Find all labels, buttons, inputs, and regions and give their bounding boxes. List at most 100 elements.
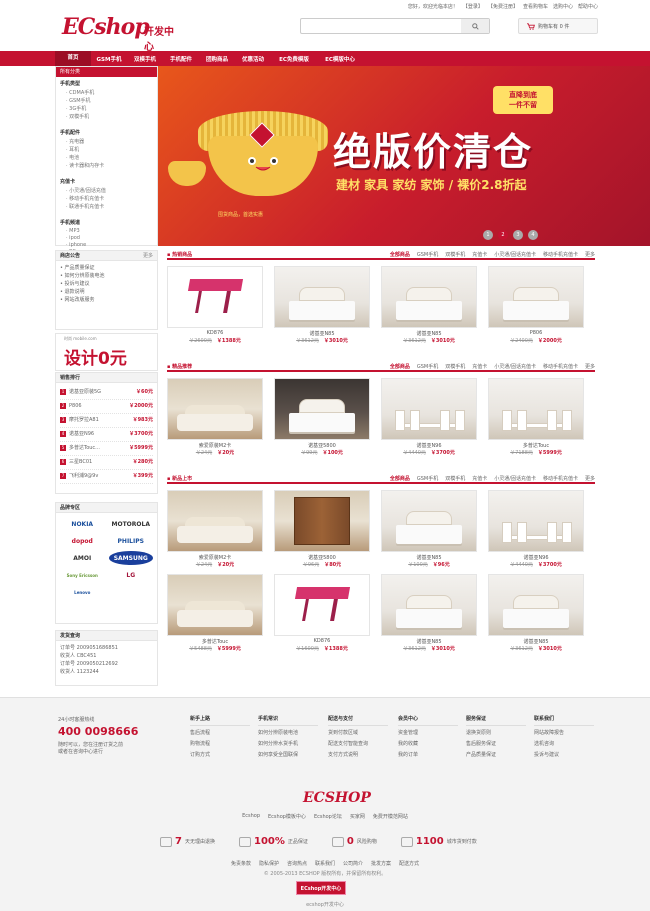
product-image[interactable] <box>167 490 263 552</box>
section-tab[interactable]: GSM手机 <box>417 475 438 482</box>
product-name[interactable]: 诺基亚N85 <box>488 638 584 645</box>
product-name[interactable]: KD876 <box>274 638 370 644</box>
hero-banner[interactable]: 囤货商品，首选实惠 直降到底 一件不留 绝版价清仓 建材 家具 家纺 家饰 / … <box>158 66 650 246</box>
product-card[interactable]: 索爱原装M2卡 ￥24元 ￥20元 <box>167 490 263 568</box>
section-tab[interactable]: 充值卡 <box>472 251 487 258</box>
brand-logo[interactable]: NOKIA <box>60 517 105 531</box>
product-name[interactable]: 索爱原装M2卡 <box>167 554 263 561</box>
nav-item[interactable]: 双模手机 <box>127 55 163 63</box>
notice-item[interactable]: • 产品质量保证 <box>60 264 153 272</box>
site-logo[interactable]: ECshop 开发中心 <box>62 12 182 53</box>
product-image[interactable] <box>274 490 370 552</box>
product-image[interactable] <box>274 574 370 636</box>
ranking-item[interactable]: 2 P806 ￥2000元 <box>60 400 153 414</box>
ranking-item[interactable]: 1 诺基亚原装5G ￥60元 <box>60 386 153 400</box>
section-tab[interactable]: 移动手机充值卡 <box>543 475 578 482</box>
product-card[interactable]: KD876 ￥2600元 ￥1388元 <box>167 266 263 344</box>
product-card[interactable]: 诺基亚N85 ￥3612元 ￥3010元 <box>381 574 477 652</box>
top-link[interactable]: 【登录】 <box>463 3 483 10</box>
product-image[interactable] <box>381 266 477 328</box>
category-item[interactable]: · 联通手机充值卡 <box>66 203 106 210</box>
section-tab[interactable]: 双模手机 <box>445 363 465 370</box>
category-item[interactable]: · MP3 <box>66 228 106 234</box>
section-tab[interactable]: GSM手机 <box>417 251 438 258</box>
category-item[interactable]: · ipod <box>66 235 106 241</box>
top-link[interactable]: 查看购物车 <box>523 3 548 10</box>
footer-link[interactable]: 投诉与建议 <box>534 750 594 761</box>
category-group-title[interactable]: 充值卡 <box>60 178 153 185</box>
category-item[interactable]: · iphone <box>66 242 106 248</box>
section-tab[interactable]: 移动手机充值卡 <box>543 251 578 258</box>
banner-dot[interactable]: 1 <box>483 230 493 240</box>
product-image[interactable] <box>381 490 477 552</box>
product-image[interactable] <box>488 378 584 440</box>
section-tab[interactable]: 全部商品 <box>390 363 410 370</box>
section-tab[interactable]: 双模手机 <box>445 475 465 482</box>
section-tab[interactable]: 全部商品 <box>390 475 410 482</box>
product-name[interactable]: 诺基亚N85 <box>274 330 370 337</box>
product-card[interactable]: 诺基亚N96 ￥4440元 ￥3700元 <box>488 490 584 568</box>
footer-link[interactable]: 免责条款 <box>231 860 251 867</box>
brand-logo[interactable]: LG <box>109 568 154 582</box>
top-link[interactable]: 选购中心 <box>553 3 573 10</box>
product-card[interactable]: 多普达Touc ￥5488元 ￥5999元 <box>167 574 263 652</box>
section-tab[interactable]: 小灵通/固话充值卡 <box>494 475 536 482</box>
nav-item[interactable]: 首页 <box>55 51 91 66</box>
product-image[interactable] <box>488 266 584 328</box>
footer-link[interactable]: 货到付款区域 <box>328 728 388 739</box>
product-image[interactable] <box>274 378 370 440</box>
nav-item[interactable]: EC免费模版 <box>271 55 317 63</box>
product-image[interactable] <box>381 574 477 636</box>
notice-item[interactable]: • 投诉与建议 <box>60 280 153 288</box>
footer-link[interactable]: 产品质量保证 <box>466 750 526 761</box>
search-input[interactable] <box>301 19 456 33</box>
product-name[interactable]: 索爱原装M2卡 <box>167 442 263 449</box>
product-image[interactable] <box>488 490 584 552</box>
ranking-item[interactable]: 6 三星BC01 ￥280元 <box>60 456 153 470</box>
product-card[interactable]: 诺基亚5800 ￥99元 ￥100元 <box>274 378 370 456</box>
footer-link[interactable]: 免费开模范网站 <box>373 813 408 820</box>
category-item[interactable]: · 电池 <box>66 154 106 161</box>
section-tab[interactable]: 全部商品 <box>390 251 410 258</box>
category-group-title[interactable]: 手机配件 <box>60 129 153 136</box>
footer-link[interactable]: Ecshop <box>242 813 260 820</box>
notice-item[interactable]: • 网站改版服务 <box>60 296 153 304</box>
footer-link[interactable]: 我的收藏 <box>398 739 458 750</box>
product-name[interactable]: 诺基亚N96 <box>381 442 477 449</box>
brand-logo[interactable]: PHILIPS <box>109 534 154 548</box>
category-item[interactable]: · 移动手机充值卡 <box>66 195 106 202</box>
brand-logo[interactable]: AMOI <box>60 551 105 565</box>
notice-item[interactable]: • 退款说明 <box>60 288 153 296</box>
footer-link[interactable]: 联系我们 <box>315 860 335 867</box>
footer-link[interactable]: 购物流程 <box>190 739 250 750</box>
footer-link[interactable]: 公司简介 <box>343 860 363 867</box>
nav-item[interactable]: 团购商品 <box>199 55 235 63</box>
brand-logo[interactable]: Lenovo <box>60 585 105 599</box>
section-tab[interactable]: 充值卡 <box>472 475 487 482</box>
section-tab[interactable]: 小灵通/固话充值卡 <box>494 251 536 258</box>
footer-link[interactable]: 售后服务保证 <box>466 739 526 750</box>
brand-logo[interactable]: dopod <box>60 534 105 548</box>
notice-item[interactable]: • 如何分辨原装电池 <box>60 272 153 280</box>
category-item[interactable]: · 耳机 <box>66 146 106 153</box>
footer-seal[interactable]: ECshop开发中心 <box>296 881 346 895</box>
nav-item[interactable]: 手机配件 <box>163 55 199 63</box>
product-card[interactable]: 索爱原装M2卡 ￥24元 ￥20元 <box>167 378 263 456</box>
footer-link[interactable]: 配送方式 <box>399 860 419 867</box>
product-name[interactable]: 诺基亚N85 <box>381 554 477 561</box>
cart-button[interactable]: 购物车有 0 件 <box>518 18 598 34</box>
footer-link[interactable]: Ecshop模板中心 <box>268 813 306 820</box>
footer-link[interactable]: 配送支付智能查询 <box>328 739 388 750</box>
product-card[interactable]: 诺基亚N96 ￥4440元 ￥3700元 <box>381 378 477 456</box>
section-tab[interactable]: 充值卡 <box>472 363 487 370</box>
search-button[interactable] <box>461 19 489 33</box>
brand-logo[interactable]: SAMSUNG <box>108 551 153 565</box>
footer-link[interactable]: Ecshop论坛 <box>314 813 342 820</box>
category-group-title[interactable]: 手机类型 <box>60 80 153 87</box>
section-tab[interactable]: 移动手机充值卡 <box>543 363 578 370</box>
category-item[interactable]: · CDMA手机 <box>66 89 106 96</box>
section-tab[interactable]: 双模手机 <box>445 251 465 258</box>
product-name[interactable]: 多普达Touc <box>167 638 263 645</box>
product-image[interactable] <box>167 574 263 636</box>
nav-item[interactable]: 优惠活动 <box>235 55 271 63</box>
